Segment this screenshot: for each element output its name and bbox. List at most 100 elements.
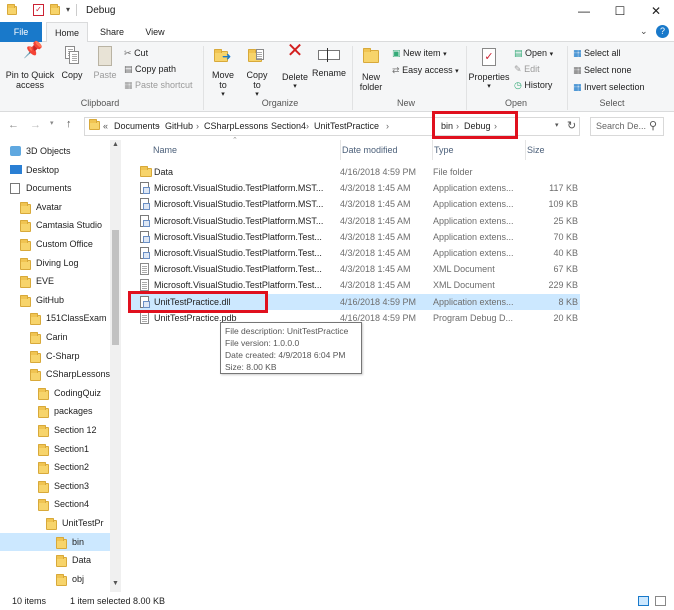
column-header-date[interactable]: Date modified [340, 140, 430, 160]
clipboard-group-label: Clipboard [80, 98, 120, 108]
nav-item[interactable]: obj [0, 570, 110, 588]
file-row[interactable]: Data 4/16/2018 4:59 PM File folder [128, 164, 552, 180]
breadcrumb-overflow[interactable]: « [103, 118, 108, 135]
maximize-button[interactable]: ☐ [602, 0, 638, 22]
properties-quick-icon[interactable]: ✓ [33, 4, 44, 16]
edit-label: Edit [524, 64, 540, 74]
forward-icon[interactable]: → [30, 119, 41, 131]
nav-item[interactable]: CSharpLessons [0, 365, 110, 383]
select-none-button[interactable]: ▦ Select none [573, 63, 632, 77]
properties-button[interactable]: ✓ Properties ▾ [468, 46, 510, 92]
invert-selection-button[interactable]: ▦ Invert selection [573, 80, 645, 94]
nav-item[interactable]: Section2 [0, 458, 110, 476]
copy-button[interactable]: Copy [58, 46, 86, 80]
nav-item[interactable]: EVE [0, 272, 110, 290]
selection-info: 1 item selected 8.00 KB [70, 596, 166, 606]
nav-item[interactable]: Data [0, 551, 110, 569]
cut-label: Cut [134, 48, 149, 58]
folder-icon [20, 257, 31, 272]
pin-to-quick-access-button[interactable]: 📌 Pin to Quick access [4, 43, 56, 91]
minimize-ribbon-icon[interactable]: ⌄ [640, 26, 648, 37]
breadcrumb-unittestpractice[interactable]: UnitTestPractice [314, 118, 379, 135]
history-button[interactable]: ◷ History [514, 78, 552, 92]
breadcrumb-section4[interactable]: Section4 [271, 118, 306, 135]
nav-item[interactable]: UnitTestPr [0, 514, 110, 532]
up-icon[interactable]: ↑ [66, 118, 72, 130]
minimize-button[interactable]: — [566, 0, 602, 22]
nav-item[interactable]: 151ClassExam [0, 309, 110, 327]
nav-item[interactable]: Camtasia Studio [0, 216, 110, 234]
paste-button[interactable]: Paste [90, 46, 120, 80]
tab-file[interactable]: File [0, 22, 42, 42]
move-to-button[interactable]: ➜ Move to ▾ [208, 46, 238, 100]
nav-item[interactable]: 3D Objects [0, 142, 110, 160]
nav-item[interactable]: Carin [0, 328, 110, 346]
tab-view[interactable]: View [136, 22, 174, 42]
open-button[interactable]: ▤ Open ▾ [514, 46, 553, 60]
edit-button[interactable]: ✎ Edit [514, 62, 540, 76]
move-to-label: Move to [211, 70, 234, 90]
nav-item[interactable]: C-Sharp [0, 347, 110, 365]
new-folder-quick-icon[interactable] [50, 4, 60, 17]
ribbon-tabs: File Home Share View ⌄ ? [0, 22, 674, 43]
nav-item[interactable]: Desktop [0, 161, 110, 179]
nav-item[interactable]: Diving Log [0, 254, 110, 272]
nav-item[interactable]: packages [0, 402, 110, 420]
nav-item[interactable]: Documents [0, 179, 110, 197]
close-button[interactable]: ✕ [638, 0, 674, 22]
delete-button[interactable]: ✕ Delete ▾ [280, 41, 310, 92]
column-header-name[interactable]: Name [153, 140, 333, 160]
file-date: 4/3/2018 1:45 AM [340, 231, 411, 242]
nav-item[interactable]: CodingQuiz [0, 384, 110, 402]
select-all-button[interactable]: ▦ Select all [573, 46, 621, 60]
file-row[interactable]: Microsoft.VisualStudio.TestPlatform.MST.… [128, 180, 578, 196]
paste-shortcut-button[interactable]: ▦ Paste shortcut [124, 78, 193, 92]
scrollbar-thumb[interactable] [112, 230, 119, 345]
nav-item[interactable]: bin [0, 532, 110, 551]
back-icon[interactable]: ← [8, 119, 19, 131]
pdb-icon [140, 311, 149, 329]
address-dropdown-icon[interactable]: ▾ [555, 121, 559, 129]
file-row[interactable]: Microsoft.VisualStudio.TestPlatform.Test… [128, 261, 578, 277]
easy-access-button[interactable]: ⇄ Easy access ▾ [392, 63, 459, 77]
cut-button[interactable]: ✂ Cut [124, 46, 148, 60]
breadcrumb-documents[interactable]: Documents [114, 118, 160, 135]
nav-item[interactable]: Section 12 [0, 421, 110, 439]
details-view-icon[interactable] [638, 596, 649, 606]
nav-item[interactable]: Avatar [0, 198, 110, 216]
column-header-type[interactable]: Type [432, 140, 524, 160]
nav-item[interactable]: Section3 [0, 477, 110, 495]
file-row[interactable]: Microsoft.VisualStudio.TestPlatform.Test… [128, 245, 578, 261]
search-input[interactable]: Search De... ⚲ [590, 117, 664, 136]
nav-item[interactable]: Section4 [0, 495, 110, 513]
file-row[interactable]: Microsoft.VisualStudio.TestPlatform.Test… [128, 229, 578, 245]
breadcrumb-github[interactable]: GitHub [165, 118, 193, 135]
nav-item[interactable]: GitHub [0, 291, 110, 309]
file-date: 4/3/2018 1:45 AM [340, 199, 411, 210]
file-row[interactable]: Microsoft.VisualStudio.TestPlatform.MST.… [128, 196, 578, 212]
scroll-up-icon[interactable]: ▲ [112, 141, 119, 148]
tab-home[interactable]: Home [46, 22, 88, 43]
file-type: Application extens... [433, 183, 514, 194]
tab-share[interactable]: Share [92, 22, 132, 42]
new-item-button[interactable]: ▣ New item ▾ [392, 46, 447, 60]
pin-label: Pin to Quick access [5, 70, 55, 90]
scroll-down-icon[interactable]: ▼ [112, 580, 119, 587]
customize-quick-access-icon[interactable]: ▾ [66, 5, 70, 14]
nav-item-label: packages [54, 406, 93, 417]
copy-to-button[interactable]: Copy to ▾ [242, 46, 272, 100]
column-header-size[interactable]: Size [525, 140, 565, 160]
nav-item-label: EVE [36, 276, 55, 287]
rename-button[interactable]: Rename [312, 46, 346, 78]
breadcrumb-csharplessons[interactable]: CSharpLessons [204, 118, 268, 135]
new-folder-button[interactable]: New folder [356, 46, 386, 92]
help-icon[interactable]: ? [656, 25, 669, 38]
navigation-scrollbar[interactable]: ▲ ▼ [110, 140, 121, 592]
file-row[interactable]: Microsoft.VisualStudio.TestPlatform.MST.… [128, 213, 578, 229]
nav-item[interactable]: Section1 [0, 440, 110, 458]
copy-path-button[interactable]: ▤ Copy path [124, 62, 176, 76]
large-icons-view-icon[interactable] [655, 596, 666, 606]
nav-item[interactable]: Custom Office [0, 235, 110, 253]
recent-locations-icon[interactable]: ▾ [50, 119, 54, 127]
refresh-icon[interactable]: ↻ [567, 119, 576, 132]
